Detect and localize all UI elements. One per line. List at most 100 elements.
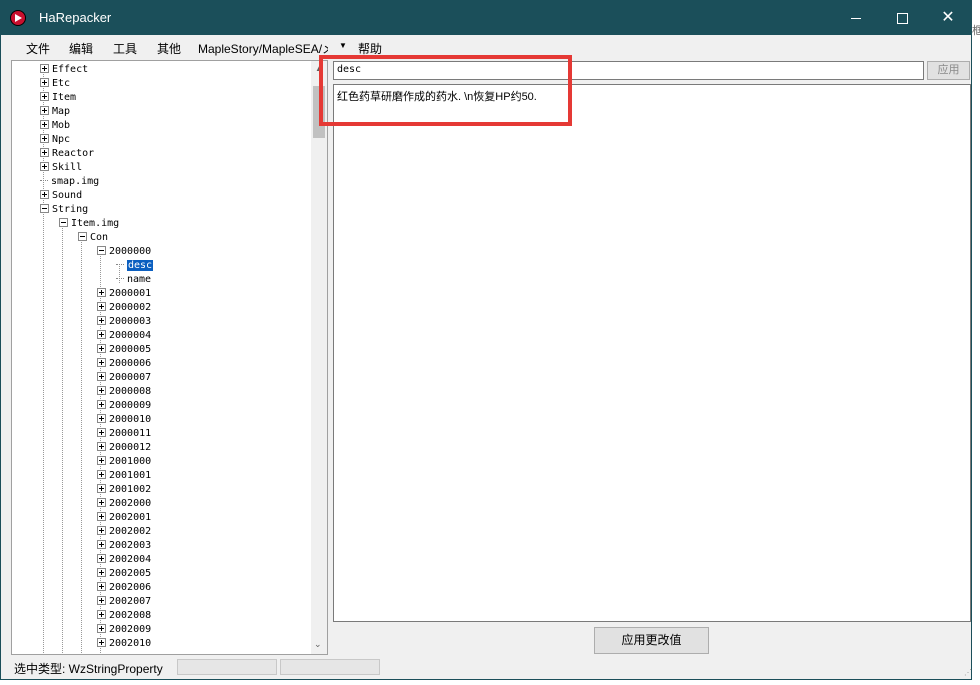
tree-node[interactable]: 2000010 (97, 413, 151, 427)
expand-plus-icon[interactable] (97, 539, 106, 549)
tree-node[interactable]: 2000006 (97, 357, 151, 371)
scroll-down-icon[interactable]: ⌄ (314, 639, 322, 650)
tree-node[interactable]: 2002010 (97, 637, 151, 651)
minimize-button[interactable] (833, 1, 879, 35)
tree-node[interactable]: Mob (40, 119, 70, 133)
expand-plus-icon[interactable] (97, 497, 106, 507)
expand-plus-icon[interactable] (97, 427, 106, 437)
expand-plus-icon[interactable] (97, 637, 106, 647)
expand-plus-icon[interactable] (97, 553, 106, 563)
tree-node[interactable]: 2002002 (97, 525, 151, 539)
expand-plus-icon[interactable] (97, 357, 106, 367)
expand-plus-icon[interactable] (40, 161, 49, 171)
tree-node[interactable]: 2000005 (97, 343, 151, 357)
expand-plus-icon[interactable] (97, 581, 106, 591)
tree-node[interactable]: 2000008 (97, 385, 151, 399)
tree-node[interactable]: 2002008 (97, 609, 151, 623)
close-button[interactable]: ✕ (925, 1, 971, 35)
tree-node[interactable]: 2000004 (97, 329, 151, 343)
tree-node[interactable]: Con (78, 231, 108, 245)
expand-plus-icon[interactable] (40, 119, 49, 129)
expand-plus-icon[interactable] (97, 371, 106, 381)
menu-edit[interactable]: 编辑 (69, 40, 93, 57)
collapse-minus-icon[interactable] (40, 203, 49, 213)
tree-node[interactable]: Skill (40, 161, 82, 175)
menu-file[interactable]: 文件 (26, 40, 50, 57)
expand-plus-icon[interactable] (97, 287, 106, 297)
apply-changes-button[interactable]: 应用更改值 (594, 627, 709, 654)
expand-plus-icon[interactable] (97, 329, 106, 339)
tree-node[interactable]: Npc (40, 133, 70, 147)
tree-node[interactable]: 2002006 (97, 581, 151, 595)
expand-plus-icon[interactable] (40, 133, 49, 143)
tree-node[interactable]: 2000011 (97, 427, 151, 441)
tree-node[interactable]: String (40, 203, 88, 217)
tree-scrollbar[interactable]: ▲ ⌄ (311, 61, 327, 654)
expand-plus-icon[interactable] (97, 469, 106, 479)
tree-node-selected[interactable]: desc (116, 259, 154, 273)
expand-plus-icon[interactable] (97, 483, 106, 493)
tree-node-label: 2001001 (109, 470, 152, 481)
expand-plus-icon[interactable] (97, 525, 106, 535)
tree-node[interactable]: 2002005 (97, 567, 151, 581)
tree-node[interactable]: Reactor (40, 147, 94, 161)
tree-node[interactable]: 2001002 (97, 483, 151, 497)
title-bar[interactable]: HaRepacker ✕ (1, 1, 971, 35)
tree-node[interactable]: 2002003 (97, 539, 151, 553)
tree-node[interactable]: 2002009 (97, 623, 151, 637)
expand-plus-icon[interactable] (40, 147, 49, 157)
expand-plus-icon[interactable] (97, 399, 106, 409)
expand-plus-icon[interactable] (97, 441, 106, 451)
expand-plus-icon[interactable] (40, 189, 49, 199)
tree-node[interactable]: name (116, 273, 151, 287)
collapse-minus-icon[interactable] (78, 231, 87, 241)
expand-plus-icon[interactable] (40, 105, 49, 115)
tree-node[interactable]: Item.img (59, 217, 119, 231)
menu-other[interactable]: 其他 (157, 40, 181, 57)
tree-node[interactable]: Effect (40, 63, 88, 77)
tree-node[interactable]: 2000007 (97, 371, 151, 385)
tree-node[interactable]: 2000003 (97, 315, 151, 329)
tree-node[interactable]: 2002007 (97, 595, 151, 609)
tree-node[interactable]: smap.img (40, 175, 99, 189)
expand-plus-icon[interactable] (97, 343, 106, 353)
apply-name-button[interactable]: 应用 (927, 61, 970, 80)
expand-plus-icon[interactable] (40, 77, 49, 87)
tree-node[interactable]: 2001001 (97, 469, 151, 483)
expand-plus-icon[interactable] (97, 301, 106, 311)
tree-node[interactable]: Item (40, 91, 76, 105)
menu-tools[interactable]: 工具 (113, 40, 137, 57)
collapse-minus-icon[interactable] (59, 217, 68, 227)
expand-plus-icon[interactable] (97, 567, 106, 577)
maximize-button[interactable] (879, 1, 925, 35)
wz-tree-view[interactable]: Effect Etc Item Map Mob Npc Reactor Skill smap.i… (11, 60, 328, 655)
property-value-textarea[interactable]: 红色药草研磨作成的药水. \n恢复HP约50. (333, 84, 971, 622)
tree-node[interactable]: 2000002 (97, 301, 151, 315)
tree-node[interactable]: 2001000 (97, 455, 151, 469)
expand-plus-icon[interactable] (40, 91, 49, 101)
tree-node[interactable]: 2000001 (97, 287, 151, 301)
tree-node-label: 2000003 (109, 316, 152, 327)
collapse-minus-icon[interactable] (97, 245, 106, 255)
tree-node[interactable]: 2000009 (97, 399, 151, 413)
expand-plus-icon[interactable] (97, 315, 106, 325)
resize-grip-icon[interactable]: ⋰ (964, 668, 972, 677)
expand-plus-icon[interactable] (97, 511, 106, 521)
expand-plus-icon[interactable] (97, 609, 106, 619)
tree-node[interactable]: Map (40, 105, 70, 119)
dropdown-arrow-icon[interactable]: ▼ (339, 41, 347, 50)
tree-node[interactable]: 2000000 (97, 245, 151, 259)
tree-node[interactable]: Etc (40, 77, 70, 91)
tree-node[interactable]: Sound (40, 189, 82, 203)
expand-plus-icon[interactable] (97, 595, 106, 605)
tree-node[interactable]: 2002004 (97, 553, 151, 567)
tree-node[interactable]: 2002000 (97, 497, 151, 511)
expand-plus-icon[interactable] (97, 385, 106, 395)
expand-plus-icon[interactable] (97, 455, 106, 465)
tree-node[interactable]: 2000012 (97, 441, 151, 455)
tree-node[interactable]: 2002001 (97, 511, 151, 525)
version-path-dropdown[interactable]: MapleStory/MapleSEA/メ (198, 40, 328, 57)
expand-plus-icon[interactable] (40, 63, 49, 73)
expand-plus-icon[interactable] (97, 623, 106, 633)
expand-plus-icon[interactable] (97, 413, 106, 423)
